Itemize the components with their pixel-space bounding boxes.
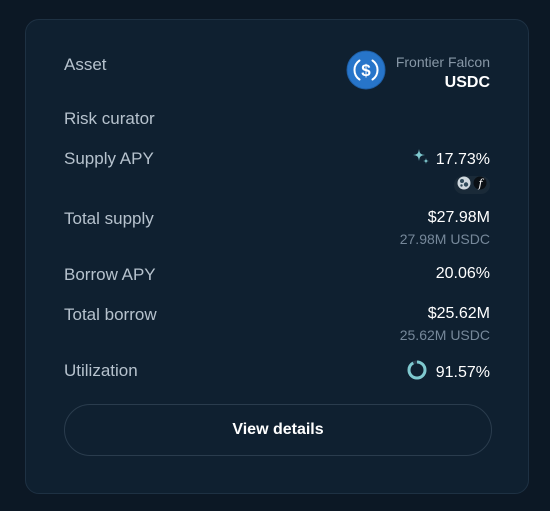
asset-label: Asset: [64, 55, 107, 74]
market-card: Asset $ Frontier Falcon USDC Risk curato…: [25, 19, 529, 494]
total-supply-value: $27.98M: [427, 209, 490, 226]
borrow-apy-row: Borrow APY 20.06%: [64, 264, 490, 286]
total-borrow-label: Total borrow: [64, 305, 157, 324]
risk-curator-label: Risk curator: [64, 109, 155, 128]
view-details-button[interactable]: View details: [64, 404, 492, 456]
sparkle-icon: [412, 148, 430, 171]
utilization-ring-icon: [407, 360, 427, 385]
reward-tokens: f: [454, 176, 490, 194]
supply-apy-value: 17.73%: [435, 150, 490, 168]
total-supply-row: Total supply $27.98M 27.98M USDC: [64, 208, 490, 248]
borrow-apy-value: 20.06%: [435, 265, 490, 282]
asset-row: Asset $ Frontier Falcon USDC: [64, 50, 490, 95]
total-supply-label: Total supply: [64, 209, 154, 228]
f-token-icon: f: [473, 176, 487, 195]
total-borrow-value: $25.62M: [427, 305, 490, 322]
asset-info: $ Frontier Falcon USDC: [346, 50, 490, 95]
vault-name: Frontier Falcon: [395, 53, 490, 70]
total-borrow-sub: 25.62M USDC: [399, 327, 490, 343]
utilization-value: 91.57%: [435, 363, 490, 381]
svg-text:$: $: [361, 61, 371, 80]
utilization-row: Utilization 91.57%: [64, 360, 490, 385]
utilization-label: Utilization: [64, 361, 138, 380]
asset-symbol: USDC: [444, 73, 490, 91]
usdc-token-icon: $: [346, 50, 386, 95]
total-supply-sub: 27.98M USDC: [399, 231, 490, 247]
borrow-apy-label: Borrow APY: [64, 265, 156, 284]
risk-curator-row: Risk curator: [64, 108, 490, 130]
supply-apy-label: Supply APY: [64, 149, 154, 168]
reward-token-icon: [457, 176, 471, 195]
total-borrow-row: Total borrow $25.62M 25.62M USDC: [64, 304, 490, 344]
supply-apy-row: Supply APY 17.73% f: [64, 148, 490, 194]
